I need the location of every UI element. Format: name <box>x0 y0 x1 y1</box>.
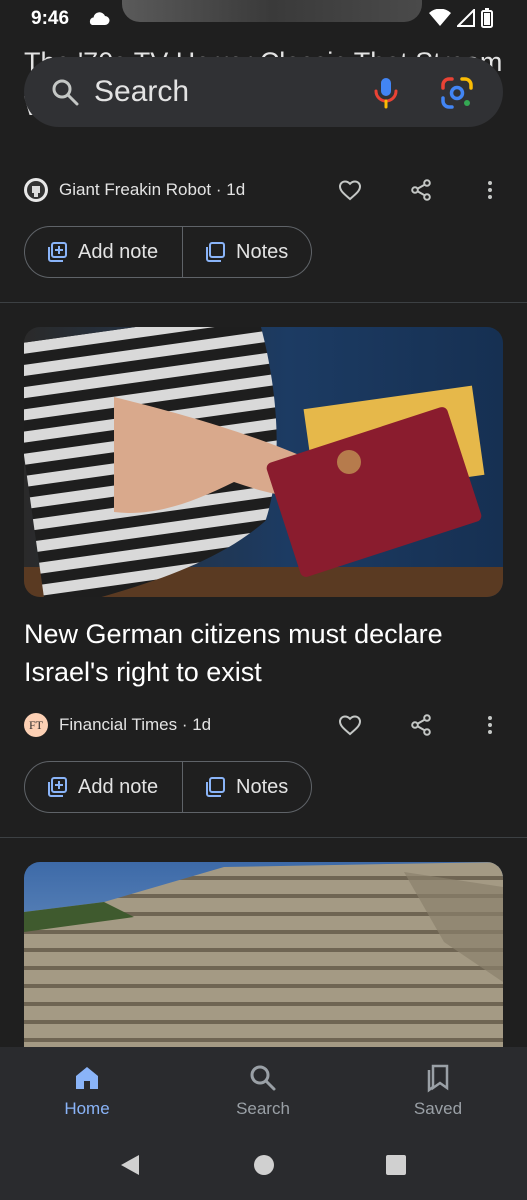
add-note-label: Add note <box>78 240 159 263</box>
system-navigation-bar <box>0 1139 527 1200</box>
add-note-button[interactable]: Add note <box>25 762 183 812</box>
google-lens-icon[interactable] <box>440 76 474 110</box>
search-icon <box>250 1065 276 1091</box>
article-1-note-buttons: Add note Notes <box>24 226 312 278</box>
status-icons <box>429 8 493 28</box>
article-2-image[interactable] <box>24 327 503 597</box>
search-placeholder: Search <box>94 75 190 108</box>
article-3-image[interactable] <box>24 862 503 1062</box>
more-vert-icon[interactable] <box>484 713 496 737</box>
recents-icon[interactable] <box>385 1154 407 1176</box>
heart-icon[interactable] <box>338 713 362 737</box>
article-2-source-row: FT Financial Times · 1d <box>24 710 504 740</box>
heart-icon[interactable] <box>338 178 362 202</box>
bottom-navigation: Home Search Saved <box>0 1047 527 1139</box>
notes-icon <box>206 777 225 797</box>
back-icon[interactable] <box>118 1153 142 1177</box>
nav-saved-label: Saved <box>413 1099 463 1118</box>
source-name[interactable]: Giant Freakin Robot · 1d <box>59 180 245 200</box>
divider <box>0 302 527 303</box>
article-2-note-buttons: Add note Notes <box>24 761 312 813</box>
share-icon[interactable] <box>409 178 433 202</box>
article-1-source-row: Giant Freakin Robot · 1d <box>24 175 504 205</box>
status-time: 9:46 <box>31 8 70 29</box>
home-icon <box>76 1067 98 1089</box>
search-icon <box>52 79 79 106</box>
add-note-icon <box>48 242 67 262</box>
nav-search-label: Search <box>236 1099 290 1118</box>
signal-icon <box>457 9 475 27</box>
source-name[interactable]: Financial Times · 1d <box>59 715 211 735</box>
divider <box>0 837 527 838</box>
home-circle-icon[interactable] <box>253 1154 275 1176</box>
microphone-icon[interactable] <box>372 77 400 109</box>
search-bar[interactable]: Search <box>24 57 503 127</box>
nav-search[interactable]: Search <box>203 1047 323 1139</box>
source-logo: FT <box>24 713 48 737</box>
add-note-button[interactable]: Add note <box>25 227 183 277</box>
saved-icon <box>427 1064 449 1093</box>
notes-label: Notes <box>236 775 289 798</box>
battery-icon <box>481 8 493 28</box>
share-icon[interactable] <box>409 713 433 737</box>
add-note-label: Add note <box>78 775 159 798</box>
more-vert-icon[interactable] <box>484 178 496 202</box>
status-bar: 9:46 <box>0 0 527 38</box>
notes-button[interactable]: Notes <box>183 227 311 277</box>
nav-home[interactable]: Home <box>27 1047 147 1139</box>
article-2-headline[interactable]: New German citizens must declare Israel'… <box>24 615 504 691</box>
notes-label: Notes <box>236 240 289 263</box>
cloud-icon <box>86 10 110 31</box>
notes-button[interactable]: Notes <box>183 762 311 812</box>
wifi-icon <box>429 9 451 26</box>
source-logo <box>24 178 48 202</box>
notes-icon <box>206 242 225 262</box>
nav-home-label: Home <box>64 1099 110 1118</box>
nav-saved[interactable]: Saved <box>378 1047 498 1139</box>
add-note-icon <box>48 777 67 797</box>
